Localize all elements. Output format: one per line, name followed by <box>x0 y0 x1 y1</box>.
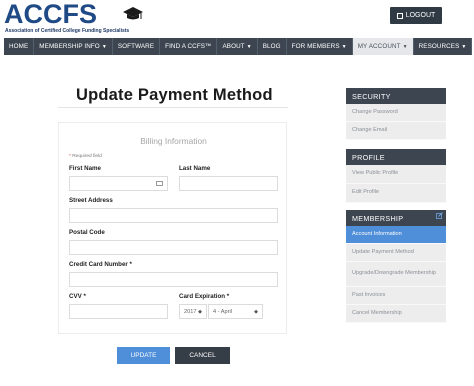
graduation-cap-icon <box>122 6 144 27</box>
nav-label: MEMBERSHIP INFO <box>39 43 100 50</box>
nav-item-for-members[interactable]: FOR MEMBERS ▼ <box>287 38 353 55</box>
page-title: Update Payment Method <box>76 86 273 104</box>
logo-subtitle: Association of Certified College Funding… <box>5 28 130 34</box>
logo-text: ACCFS <box>4 0 97 29</box>
sidebar-item-past-invoices[interactable]: Past Invoices <box>346 287 446 305</box>
select-arrow-icon: ◆ <box>254 309 258 315</box>
card-number-field[interactable] <box>69 272 278 287</box>
nav-item-home[interactable]: HOME <box>4 38 35 55</box>
nav-item-about[interactable]: ABOUT ▼ <box>217 38 258 55</box>
sidebar-profile: PROFILE View Public Profile Edit Profile <box>346 149 446 203</box>
required-note: * Required field <box>69 154 102 159</box>
expiration-month-value: 4 - April <box>213 308 232 315</box>
card-expiration-label: Card Expiration * <box>179 293 230 300</box>
logout-icon <box>396 12 403 19</box>
select-arrow-icon: ◆ <box>198 309 202 315</box>
nav-item-find-a-ccfs[interactable]: FIND A CCFS™ <box>160 38 218 55</box>
sidebar-item-upgrade-downgrade[interactable]: Upgrade/Downgrade Membership <box>346 262 446 287</box>
sidebar-item-view-public-profile[interactable]: View Public Profile <box>346 165 446 184</box>
site-header: ACCFS Association of Certified College F… <box>0 0 474 37</box>
nav-label: SOFTWARE <box>117 43 155 50</box>
expiration-month-select[interactable]: 4 - April ◆ <box>208 304 263 319</box>
chevron-down-icon: ▼ <box>101 43 107 50</box>
postal-code-label: Postal Code <box>69 229 105 236</box>
divider <box>58 107 288 108</box>
billing-form: Billing Information * Required field Fir… <box>58 122 287 334</box>
update-button[interactable]: UPDATE <box>117 347 170 364</box>
sidebar-heading-text: MEMBERSHIP <box>352 213 404 223</box>
nav-item-my-account[interactable]: MY ACCOUNT ▼ <box>352 38 414 55</box>
street-address-label: Street Address <box>69 197 113 204</box>
form-legend: Billing Information <box>140 136 207 146</box>
sidebar-heading-security: SECURITY <box>346 88 446 104</box>
chevron-down-icon: ▼ <box>402 43 408 50</box>
sidebar-item-update-payment-method[interactable]: Update Payment Method <box>346 244 446 262</box>
sidebar-item-edit-profile[interactable]: Edit Profile <box>346 184 446 203</box>
nav-item-blog[interactable]: BLOG <box>258 38 287 55</box>
nav-label: FIND A CCFS™ <box>165 43 212 50</box>
chevron-down-icon: ▼ <box>341 43 347 50</box>
required-note-text: Required field <box>72 154 102 159</box>
nav-label: BLOG <box>262 43 281 50</box>
chevron-down-icon: ▼ <box>246 43 252 50</box>
sidebar-item-change-password[interactable]: Change Password <box>346 104 446 122</box>
sidebar-heading-profile: PROFILE <box>346 149 446 165</box>
first-name-label: First Name <box>69 165 101 172</box>
street-address-field[interactable] <box>69 208 278 223</box>
sidebar-membership: MEMBERSHIP Account Information Update Pa… <box>346 210 446 323</box>
contact-card-icon <box>156 181 163 186</box>
nav-label: MY ACCOUNT <box>357 43 401 50</box>
logout-label: LOGOUT <box>405 12 436 19</box>
main-nav: HOME MEMBERSHIP INFO ▼ SOFTWARE FIND A CC… <box>4 38 473 55</box>
sidebar-item-cancel-membership[interactable]: Cancel Membership <box>346 305 446 323</box>
nav-label: HOME <box>9 43 29 50</box>
cvv-label: CVV * <box>69 293 86 300</box>
required-star: * <box>69 154 71 159</box>
site-logo[interactable]: ACCFS Association of Certified College F… <box>4 0 154 36</box>
cvv-field[interactable] <box>69 304 168 319</box>
last-name-field[interactable] <box>179 176 278 191</box>
nav-label: RESOURCES <box>418 43 460 50</box>
expiration-year-value: 2017 <box>184 308 197 315</box>
logout-button[interactable]: LOGOUT <box>390 7 442 24</box>
cancel-button[interactable]: CANCEL <box>175 347 230 364</box>
nav-item-resources[interactable]: RESOURCES ▼ <box>414 38 473 55</box>
chevron-down-icon: ▼ <box>461 43 467 50</box>
nav-label: FOR MEMBERS <box>291 43 340 50</box>
nav-item-software[interactable]: SOFTWARE <box>113 38 161 55</box>
sidebar-item-change-email[interactable]: Change Email <box>346 122 446 140</box>
postal-code-field[interactable] <box>69 240 278 255</box>
sidebar-item-account-information[interactable]: Account Information <box>346 226 446 244</box>
sidebar-heading-membership: MEMBERSHIP <box>346 210 446 226</box>
first-name-field[interactable] <box>69 176 168 191</box>
sidebar-security: SECURITY Change Password Change Email <box>346 88 446 140</box>
nav-item-membership-info[interactable]: MEMBERSHIP INFO ▼ <box>34 38 113 55</box>
card-number-label: Credit Card Number * <box>69 261 132 268</box>
edit-icon[interactable] <box>436 212 443 219</box>
nav-label: ABOUT <box>222 43 245 50</box>
last-name-label: Last Name <box>179 165 211 172</box>
expiration-year-select[interactable]: 2017 ◆ <box>179 304 207 319</box>
